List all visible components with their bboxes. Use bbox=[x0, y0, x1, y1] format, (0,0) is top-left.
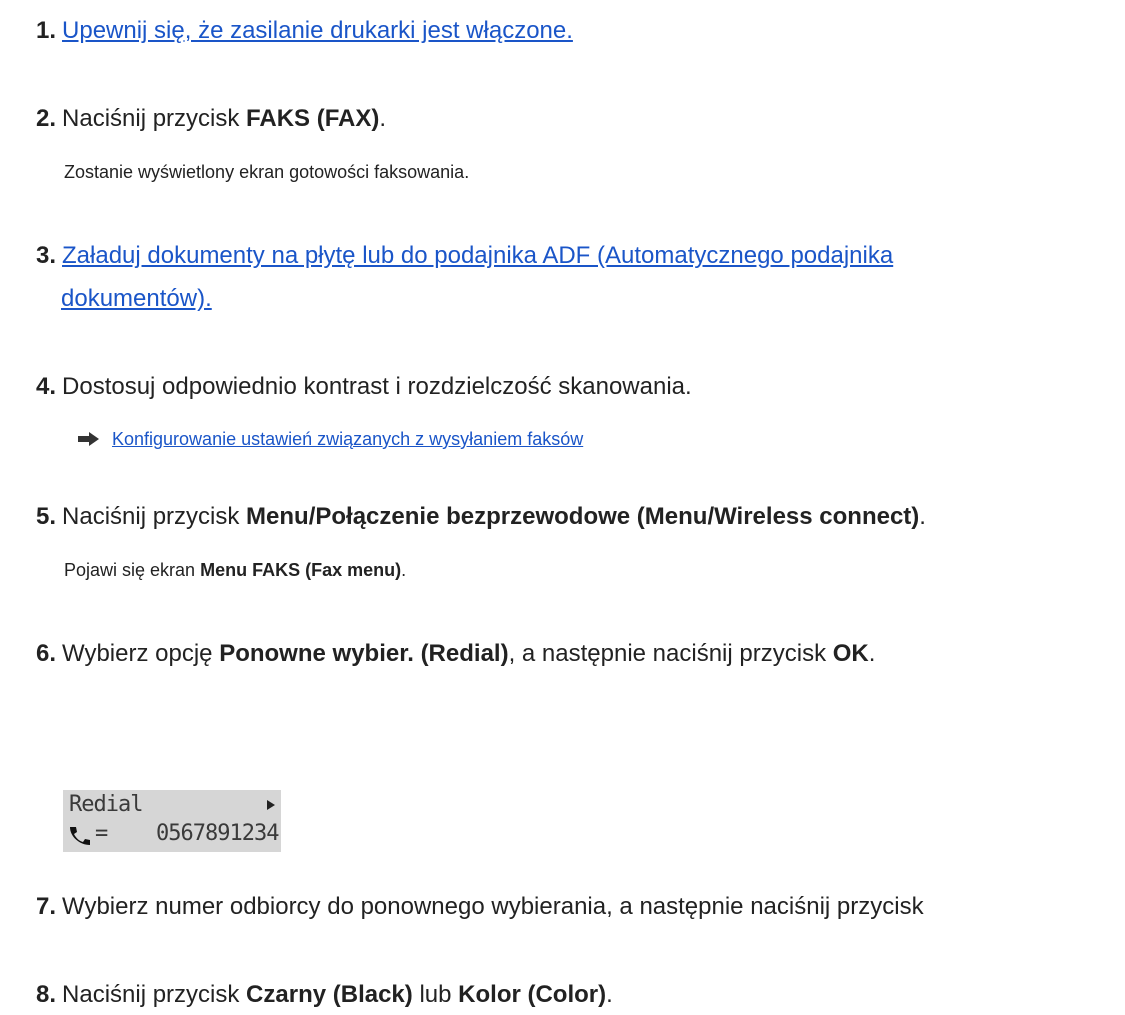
step-2: 2. Naciśnij przycisk FAKS (FAX). bbox=[36, 99, 386, 139]
note-text: . bbox=[401, 560, 407, 580]
step-text: . bbox=[379, 105, 387, 132]
step-text: Dostosuj odpowiednio kontrast i rozdziel… bbox=[62, 373, 692, 400]
power-check-link[interactable]: Upewnij się, że zasilanie drukarki jest … bbox=[62, 17, 573, 44]
step-number: 2. bbox=[36, 105, 57, 132]
step-text: . bbox=[868, 640, 876, 667]
step-3-line-2: dokumentów). bbox=[61, 279, 212, 319]
phone-icon bbox=[70, 827, 90, 845]
step-5-note: Pojawi się ekran Menu FAKS (Fax menu). bbox=[64, 556, 406, 584]
lcd-phone-number: 0567891234 bbox=[156, 821, 279, 846]
step-text: . bbox=[919, 503, 926, 530]
note-text: Pojawi się ekran bbox=[64, 560, 201, 580]
step-text: lub bbox=[412, 981, 459, 1008]
step-3: 3. Załaduj dokumenty na płytę lub do poda… bbox=[36, 236, 893, 276]
step-text: Wybierz numer odbiorcy do ponownego wybi… bbox=[62, 893, 924, 920]
step-number: 3. bbox=[36, 242, 57, 269]
arrow-right-icon bbox=[78, 431, 99, 446]
step-7: 7. Wybierz numer odbiorcy do ponownego wy… bbox=[36, 887, 924, 927]
step-8: 8. Naciśnij przycisk Czarny (Black) lub K… bbox=[36, 975, 613, 1015]
step-text: Wybierz opcję bbox=[62, 640, 220, 667]
step-text: Naciśnij przycisk bbox=[62, 105, 247, 132]
lcd-title: Redial bbox=[69, 792, 143, 817]
step-text: , a następnie naciśnij przycisk bbox=[508, 640, 833, 667]
step-1: 1. Upewnij się, że zasilanie drukarki jes… bbox=[36, 11, 573, 51]
step-option-name: Ponowne wybier. (Redial) bbox=[219, 640, 509, 667]
step-4-sublink-row: Konfigurowanie ustawień związanych z wys… bbox=[78, 425, 583, 453]
step-5: 5. Naciśnij przycisk Menu/Połączenie bezp… bbox=[36, 497, 926, 537]
step-number: 4. bbox=[36, 373, 57, 400]
step-text: Naciśnij przycisk bbox=[62, 981, 247, 1008]
step-button-name: Menu/Połączenie bezprzewodowe (Menu/Wire… bbox=[246, 503, 920, 530]
step-button-name: Kolor (Color) bbox=[458, 981, 607, 1008]
step-number: 5. bbox=[36, 503, 57, 530]
step-text: Naciśnij przycisk bbox=[62, 503, 247, 530]
step-number: 6. bbox=[36, 640, 57, 667]
fax-settings-link[interactable]: Konfigurowanie ustawień związanych z wys… bbox=[112, 429, 583, 449]
step-button-name: Czarny (Black) bbox=[246, 981, 413, 1008]
step-button-name: OK bbox=[832, 640, 869, 667]
lcd-screen: Redial = 0567891234 bbox=[63, 790, 281, 852]
step-number: 1. bbox=[36, 17, 57, 44]
step-6: 6. Wybierz opcję Ponowne wybier. (Redial)… bbox=[36, 634, 875, 674]
lcd-equals: = bbox=[95, 821, 109, 846]
step-button-name: FAKS (FAX) bbox=[246, 105, 380, 132]
load-documents-link[interactable]: Załaduj dokumenty na płytę lub do podajn… bbox=[62, 242, 893, 269]
step-2-note: Zostanie wyświetlony ekran gotowości fak… bbox=[64, 162, 470, 182]
load-documents-link-continued[interactable]: dokumentów). bbox=[61, 285, 212, 312]
more-arrow-icon bbox=[267, 800, 275, 810]
step-number: 8. bbox=[36, 981, 57, 1008]
note-screen-name: Menu FAKS (Fax menu) bbox=[200, 560, 402, 580]
step-number: 7. bbox=[36, 893, 57, 920]
step-4: 4. Dostosuj odpowiednio kontrast i rozdzi… bbox=[36, 367, 692, 407]
step-text: . bbox=[606, 981, 613, 1008]
